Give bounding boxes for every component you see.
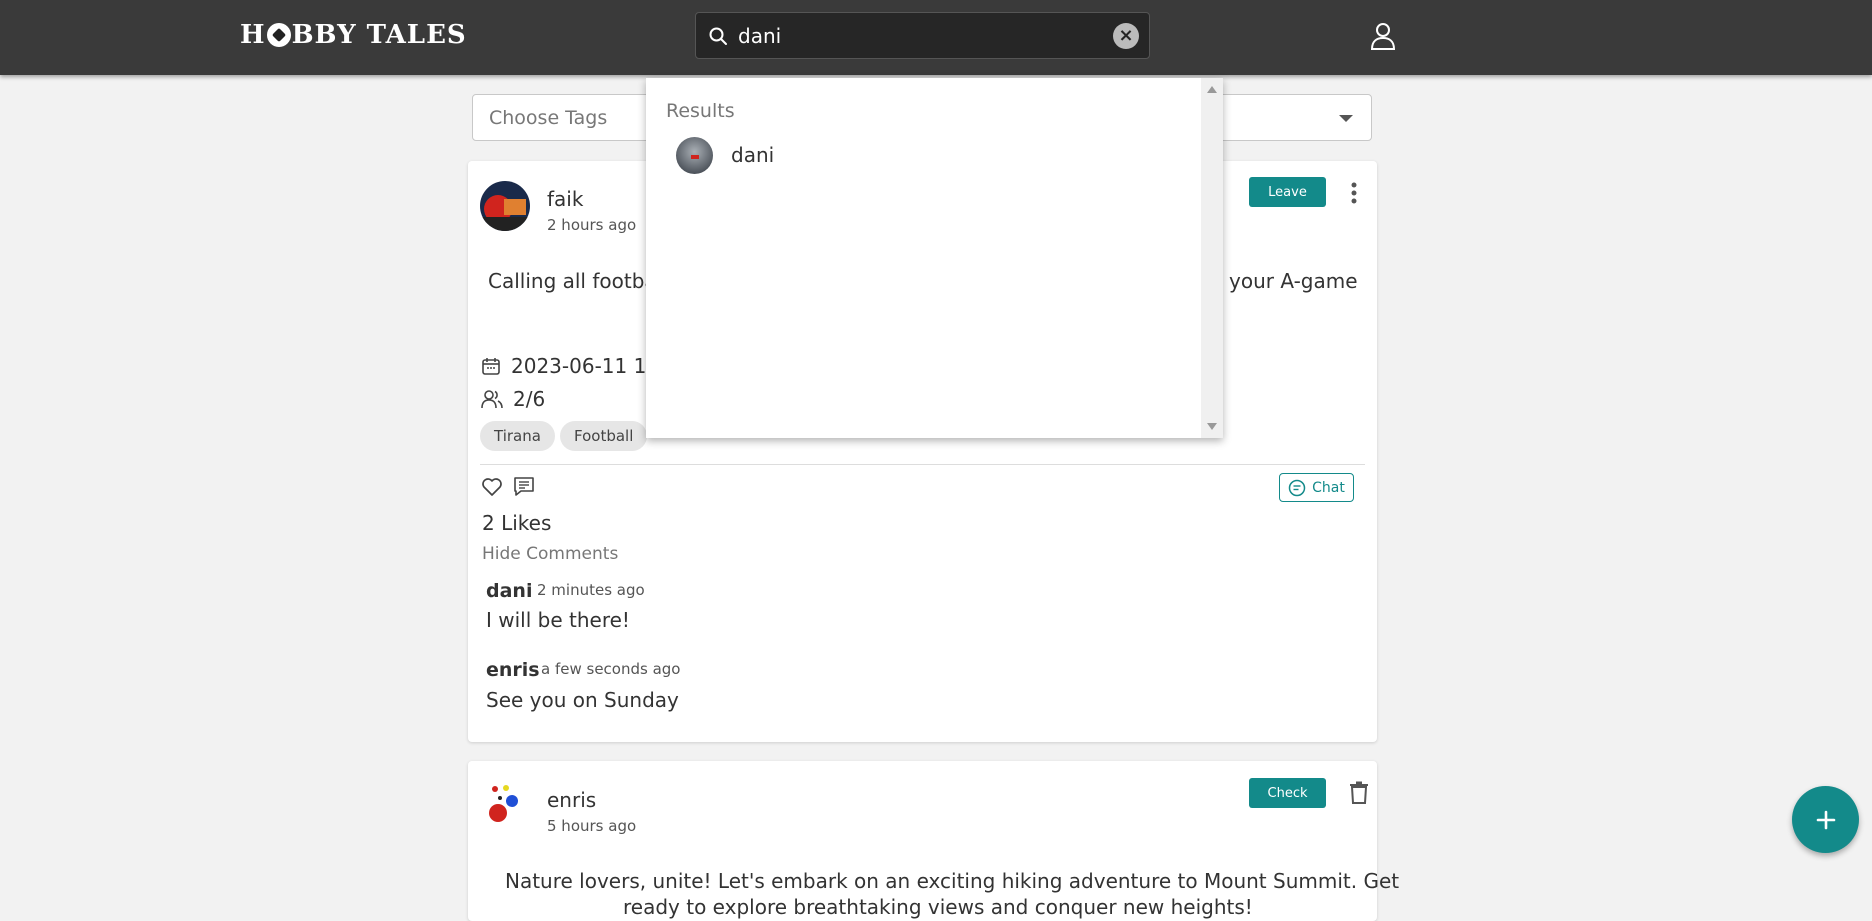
tag-chip[interactable]: Tirana (480, 421, 555, 451)
comment-text: See you on Sunday (486, 688, 679, 712)
post-time: 2 hours ago (547, 216, 637, 234)
comment-author[interactable]: dani (486, 580, 532, 602)
comment-author[interactable]: enris (486, 659, 540, 681)
scroll-down-icon[interactable] (1207, 423, 1217, 430)
chevron-down-icon[interactable] (1339, 115, 1353, 122)
add-post-button[interactable] (1792, 786, 1859, 853)
post-text-start: Calling all footba (488, 269, 657, 293)
user-profile-icon[interactable] (1370, 22, 1396, 50)
chat-label: Chat (1312, 479, 1345, 496)
results-heading: Results (666, 100, 735, 122)
avatar (676, 136, 713, 174)
chat-button[interactable]: Chat (1279, 473, 1354, 502)
search-box: × (695, 12, 1150, 59)
post-text-line: ready to explore breathtaking views and … (623, 895, 1253, 919)
heart-icon[interactable] (481, 477, 503, 497)
post-text-line: Nature lovers, unite! Let's embark on an… (505, 869, 1400, 893)
scroll-up-icon[interactable] (1207, 86, 1217, 93)
plus-icon (1816, 810, 1835, 829)
participants-count: 2/6 (481, 387, 545, 411)
search-results-dropdown: Results dani (646, 78, 1223, 438)
search-icon (709, 27, 727, 45)
logo-text-end: BBY TALES (291, 20, 467, 50)
clear-search-icon[interactable]: × (1113, 22, 1139, 49)
avatar[interactable] (480, 181, 530, 231)
chat-icon (1288, 479, 1306, 496)
likes-count: 2 Likes (482, 511, 552, 535)
participants-text: 2/6 (513, 387, 546, 411)
search-result-item[interactable]: dani (646, 128, 1196, 182)
calendar-icon (482, 358, 500, 375)
divider (480, 464, 1365, 465)
tag-chip[interactable]: Football (560, 421, 648, 451)
search-input[interactable] (736, 22, 1113, 49)
post-time: 5 hours ago (547, 817, 637, 835)
hide-comments-link[interactable]: Hide Comments (482, 544, 618, 564)
avatar[interactable] (480, 781, 530, 831)
post-card: enris 5 hours ago Check Nature lovers, u… (468, 761, 1399, 921)
post-text-end: your A-game (1229, 269, 1358, 293)
trash-icon[interactable] (1349, 781, 1369, 805)
comment-time: 2 minutes ago (537, 581, 645, 599)
logo-text-start: H (240, 20, 266, 50)
top-bar: H BBY TALES × (0, 0, 1872, 75)
more-options-icon[interactable] (1349, 181, 1359, 205)
comment-time: a few seconds ago (541, 660, 681, 678)
comment-icon[interactable] (513, 476, 535, 498)
dropdown-scrollbar[interactable] (1201, 78, 1223, 438)
result-name: dani (731, 143, 775, 167)
tags-placeholder: Choose Tags (489, 107, 608, 129)
leave-button[interactable]: Leave (1249, 177, 1326, 207)
participants-icon (481, 390, 503, 409)
comment-text: I will be there! (486, 608, 630, 632)
soccer-ball-icon (266, 23, 291, 47)
post-author[interactable]: enris (547, 788, 596, 812)
check-button[interactable]: Check (1249, 778, 1326, 808)
app-logo[interactable]: H BBY TALES (240, 20, 467, 50)
post-author[interactable]: faik (547, 187, 583, 211)
